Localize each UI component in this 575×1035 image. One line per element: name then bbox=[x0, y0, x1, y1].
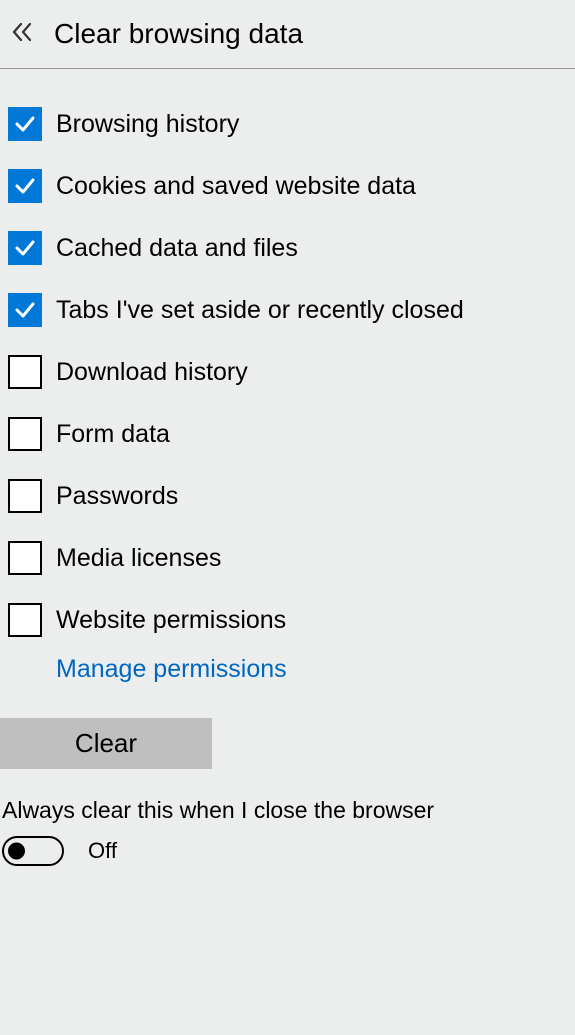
check-icon bbox=[13, 174, 37, 198]
option-label: Tabs I've set aside or recently closed bbox=[56, 296, 464, 325]
option-label: Form data bbox=[56, 420, 170, 449]
toggle-state-label: Off bbox=[88, 838, 117, 864]
checkbox-passwords[interactable] bbox=[8, 479, 42, 513]
back-button[interactable] bbox=[8, 20, 36, 48]
option-label: Browsing history bbox=[56, 110, 239, 139]
option-label: Media licenses bbox=[56, 544, 221, 573]
check-icon bbox=[13, 112, 37, 136]
page-title: Clear browsing data bbox=[54, 18, 303, 50]
checkbox-media-licenses[interactable] bbox=[8, 541, 42, 575]
always-clear-toggle-row: Off bbox=[0, 836, 575, 866]
always-clear-label: Always clear this when I close the brows… bbox=[0, 797, 575, 824]
option-label: Passwords bbox=[56, 482, 178, 511]
option-form-data: Form data bbox=[0, 403, 575, 465]
check-icon bbox=[13, 298, 37, 322]
option-browsing-history: Browsing history bbox=[0, 93, 575, 155]
manage-permissions-link[interactable]: Manage permissions bbox=[56, 655, 287, 683]
clear-button[interactable]: Clear bbox=[0, 718, 212, 769]
option-label: Download history bbox=[56, 358, 248, 387]
option-label: Cookies and saved website data bbox=[56, 172, 416, 201]
option-cached: Cached data and files bbox=[0, 217, 575, 279]
option-label: Cached data and files bbox=[56, 234, 298, 263]
checkbox-website-permissions[interactable] bbox=[8, 603, 42, 637]
checkbox-cookies[interactable] bbox=[8, 169, 42, 203]
option-media-licenses: Media licenses bbox=[0, 527, 575, 589]
always-clear-toggle[interactable] bbox=[2, 836, 64, 866]
toggle-knob-icon bbox=[8, 843, 25, 860]
check-icon bbox=[13, 236, 37, 260]
option-cookies: Cookies and saved website data bbox=[0, 155, 575, 217]
checkbox-tabs-aside[interactable] bbox=[8, 293, 42, 327]
checkbox-download-history[interactable] bbox=[8, 355, 42, 389]
option-passwords: Passwords bbox=[0, 465, 575, 527]
option-label: Website permissions bbox=[56, 606, 286, 635]
panel-header: Clear browsing data bbox=[0, 0, 575, 69]
option-download-history: Download history bbox=[0, 341, 575, 403]
option-tabs-aside: Tabs I've set aside or recently closed bbox=[0, 279, 575, 341]
checkbox-browsing-history[interactable] bbox=[8, 107, 42, 141]
chevron-left-double-icon bbox=[11, 22, 33, 47]
checkbox-cached[interactable] bbox=[8, 231, 42, 265]
checkbox-form-data[interactable] bbox=[8, 417, 42, 451]
option-website-permissions: Website permissions bbox=[0, 589, 575, 651]
manage-permissions-row: Manage permissions bbox=[0, 651, 575, 692]
options-list: Browsing history Cookies and saved websi… bbox=[0, 69, 575, 866]
